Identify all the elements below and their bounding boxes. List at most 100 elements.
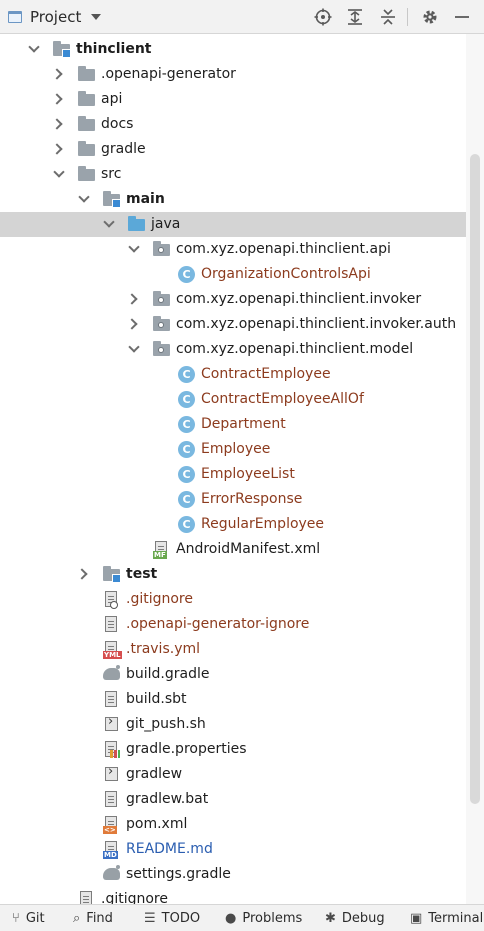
tree-node[interactable]: YML .travis.yml [0,637,466,662]
chevron-down-icon[interactable] [53,168,65,180]
tool-window-todo-button[interactable]: ☰ TODO [144,905,200,931]
package-icon [153,341,170,358]
text-file-icon [78,891,95,904]
tree-node-label: test [126,566,158,582]
tree-node-label: build.sbt [126,691,187,707]
project-tree[interactable]: thinclient .openapi-generator api docs gradl… [0,34,466,904]
chevron-down-icon[interactable] [91,14,102,20]
tree-node[interactable]: C ContractEmployee [0,362,466,387]
tree-node-label: gradlew.bat [126,791,209,807]
chevron-right-icon[interactable] [78,568,90,580]
tree-node[interactable]: C OrganizationControlsApi [0,262,466,287]
markdown-file-icon: MD [103,841,120,859]
tree-node[interactable]: C Department [0,412,466,437]
tree-node[interactable]: build.sbt [0,687,466,712]
xml-file-icon: <> [103,816,120,834]
tree-node[interactable]: docs [0,112,466,137]
tree-node[interactable]: src [0,162,466,187]
module-folder-icon [103,566,121,583]
tree-node[interactable]: main [0,187,466,212]
project-view-selector[interactable]: Project [8,5,102,29]
todo-list-icon: ☰ [144,910,156,926]
class-icon: C [178,266,195,283]
tree-node[interactable]: com.xyz.openapi.thinclient.api [0,237,466,262]
problems-icon: ● [225,910,237,926]
tree-node[interactable]: .openapi-generator [0,62,466,87]
vertical-scrollbar[interactable] [466,34,484,904]
terminal-icon: ▣ [410,910,423,926]
yml-file-icon: YML [103,641,122,659]
minimize-icon[interactable] [451,6,473,28]
gear-icon[interactable] [419,6,441,28]
tree-node[interactable]: MF AndroidManifest.xml [0,537,466,562]
tree-node[interactable]: settings.gradle [0,862,466,887]
chevron-right-icon[interactable] [53,93,65,105]
tool-window-terminal-button[interactable]: ▣ Terminal [410,905,483,931]
chevron-down-icon[interactable] [128,243,140,255]
tree-node[interactable]: test [0,562,466,587]
tree-node[interactable]: C EmployeeList [0,462,466,487]
tree-node[interactable]: com.xyz.openapi.thinclient.invoker.auth [0,312,466,337]
chevron-right-icon[interactable] [53,118,65,130]
tree-node[interactable]: git_push.sh [0,712,466,737]
tree-node-label: java [151,216,181,232]
tree-node[interactable]: gradle [0,137,466,162]
module-folder-icon [103,191,121,208]
tree-node-label: OrganizationControlsApi [201,266,371,282]
class-icon: C [178,466,195,483]
class-icon: C [178,491,195,508]
tree-node-label: .openapi-generator [101,66,236,82]
search-icon: ⌕ [73,910,81,926]
tree-node-label: docs [101,116,134,132]
tree-node[interactable]: gradlew [0,762,466,787]
tree-node[interactable]: C ErrorResponse [0,487,466,512]
tree-node[interactable]: .gitignore [0,887,466,904]
tree-node[interactable]: gradle.properties [0,737,466,762]
tree-node[interactable]: build.gradle [0,662,466,687]
chevron-right-icon[interactable] [53,143,65,155]
chevron-right-icon[interactable] [53,68,65,80]
chevron-down-icon[interactable] [103,218,115,230]
tree-node[interactable]: MD README.md [0,837,466,862]
scrollbar-thumb[interactable] [470,154,480,804]
chevron-down-icon[interactable] [78,193,90,205]
tree-node-label: com.xyz.openapi.thinclient.api [176,241,391,257]
tool-window-label: Find [86,910,113,926]
chevron-right-icon[interactable] [128,318,140,330]
expand-all-icon[interactable] [344,6,366,28]
chevron-down-icon[interactable] [28,43,40,55]
tree-node[interactable]: C RegularEmployee [0,512,466,537]
tool-window-debug-button[interactable]: ✱ Debug [325,905,385,931]
tree-node[interactable]: C ContractEmployeeAllOf [0,387,466,412]
tree-node[interactable]: gradlew.bat [0,787,466,812]
tool-window-label: Debug [341,910,385,926]
tree-node-label: ContractEmployeeAllOf [201,391,364,407]
tree-node-label: gradlew [126,766,183,782]
tree-node[interactable]: com.xyz.openapi.thinclient.model [0,337,466,362]
tool-window-label: Git [25,910,45,926]
tool-window-git-button[interactable]: ⑂ Git [12,905,45,931]
tree-node[interactable]: .openapi-generator-ignore [0,612,466,637]
tool-window-problems-button[interactable]: ● Problems [225,905,302,931]
gradle-icon [103,865,120,883]
tree-node[interactable]: .gitignore [0,587,466,612]
tree-node[interactable]: api [0,87,466,112]
tree-node-label: com.xyz.openapi.thinclient.model [176,341,414,357]
tree-node[interactable]: thinclient [0,37,466,62]
tree-node[interactable]: C Employee [0,437,466,462]
manifest-file-icon: MF [153,541,170,559]
tree-node[interactable]: <> pom.xml [0,812,466,837]
tree-node[interactable]: com.xyz.openapi.thinclient.invoker [0,287,466,312]
tool-window-find-button[interactable]: ⌕ Find [73,905,113,931]
target-icon[interactable] [312,6,334,28]
tree-node-label: api [101,91,123,107]
class-icon: C [178,516,195,533]
chevron-right-icon[interactable] [128,293,140,305]
tree-node[interactable]: java [0,212,466,237]
tree-node-label: com.xyz.openapi.thinclient.invoker [176,291,422,307]
class-icon: C [178,416,195,433]
chevron-down-icon[interactable] [128,343,140,355]
tree-node-label: pom.xml [126,816,188,832]
tree-node-label: Employee [201,441,271,457]
collapse-all-icon[interactable] [377,6,399,28]
